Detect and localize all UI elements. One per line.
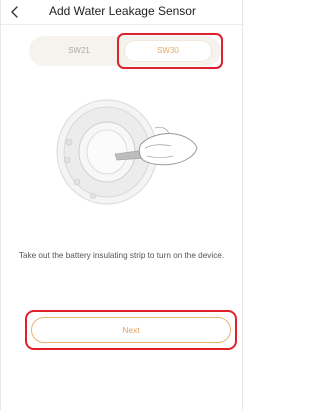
instruction-text: Take out the battery insulating strip to…	[18, 251, 225, 260]
model-tabs: SW21 SW30	[29, 36, 221, 66]
page-title: Add Water Leakage Sensor	[49, 4, 196, 18]
top-bar: Add Water Leakage Sensor	[1, 0, 244, 25]
next-button[interactable]: Next	[31, 317, 231, 343]
app-screen: Add Water Leakage Sensor SW21 SW30 Take …	[0, 0, 244, 410]
tab-sw30[interactable]: SW30	[125, 41, 211, 61]
tab-sw21[interactable]: SW21	[36, 41, 122, 61]
sensor-battery-strip-illustration	[56, 99, 198, 205]
